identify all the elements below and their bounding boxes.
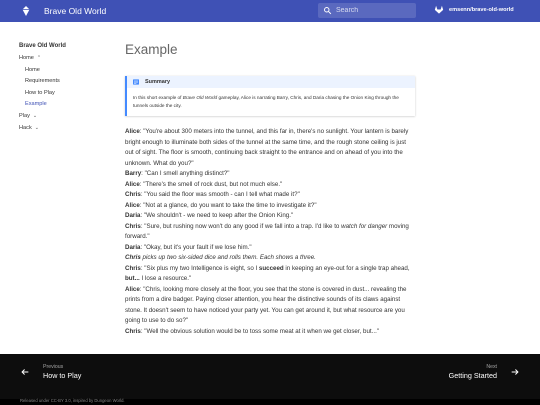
dialog-text: : "You said the floor was smooth - can I… [140,191,300,198]
diamond-logo-icon[interactable] [20,5,32,17]
search-icon [324,7,332,15]
nav-item-example[interactable]: Example [19,99,114,111]
speaker-name: Alice [125,285,140,293]
chevron-down-icon: ⌄ [32,112,38,119]
dialog-line: Alice: "Not at a glance, do you want to … [125,201,415,212]
dialog-text: : "Okay, but it's your fault if we lose … [140,243,252,251]
dialog-emph: watch for danger [341,222,388,230]
next-title: Getting Started [448,371,497,380]
dialog-line: Chris: "Six plus my two Intelligence is … [125,264,415,285]
dialog-line: Daria: "We shouldn't - we need to keep a… [125,211,415,222]
dialog-line: Alice: "Chris, looking more closely at t… [125,285,415,327]
nav-item-label: Home [19,55,34,61]
copyright-bar: Released under CC-BY 3.0, inspired by Du… [0,398,540,405]
repo-link[interactable]: emsenn/brave-old-world [434,4,514,15]
footer-nav: Previous How to Play Next Getting Starte… [0,354,540,399]
nav-item-play[interactable]: Play ⌄ [19,111,114,123]
speaker-name: Chris [125,191,141,198]
chevron-up-icon: ⌃ [36,55,42,61]
speaker-name: Barry [125,170,142,177]
speaker-name: Alice [125,128,140,135]
dialog-bold: but... [125,275,140,282]
dialog-text: : "Sure, but rushing now won't do any go… [140,222,342,230]
dialog-line: Chris: "Well the obvious solution would … [125,327,415,338]
arrow-right-icon [511,369,519,375]
dialog-line: Chris picks up two six-sided dice and ro… [125,253,415,264]
dialog-line: Barry: "Can I smell anything distinct?" [125,169,415,180]
nav-item-home[interactable]: Home [19,65,114,77]
page-title: Example [125,42,178,57]
nav-item-hack[interactable]: Hack ⌄ [19,123,114,135]
speaker-name: Chris [125,327,141,335]
site-title[interactable]: Brave Old World [44,6,106,16]
previous-page-link[interactable]: Previous How to Play [20,363,81,381]
dialog-line: Alice: "You're about 300 meters into the… [125,127,415,169]
dialog-text: : "There's the smell of rock dust, but n… [139,180,283,188]
dialog-action: picks up two six-sided dice and rolls th… [140,254,316,261]
nav-item-how-to-play[interactable]: How to Play [19,88,114,100]
dialog-text: : "You're about 300 meters into the tunn… [125,128,409,167]
dialog-text: I lose a resource." [139,275,192,282]
dialog-line: Alice: "There's the smell of rock dust, … [125,180,415,191]
summary-text: In this short example of Brave Old World… [127,88,415,109]
sidebar-nav: Brave Old World Home ⌃ Home Requirements … [19,42,114,134]
note-icon [133,79,139,85]
dialog-line: Daria: "Okay, but it's your fault if we … [125,243,415,254]
summary-header: Summary [127,76,415,88]
dialog-text: : "Can I smell anything distinct?" [141,170,230,177]
next-text: Next Getting Started [449,363,497,381]
dialog-text: : "Chris, looking more closely at the fl… [125,285,407,325]
dialog-line: Chris: "You said the floor was smooth - … [125,190,415,201]
repo-name: emsenn/brave-old-world [449,6,514,13]
speaker-name: Daria [125,243,141,251]
nav-item-home-section[interactable]: Home ⌃ [19,53,114,65]
dialog-text: : "Six plus my two Intelligence is eight… [140,264,259,272]
previous-title: How to Play [43,371,82,380]
speaker-name: Chris [125,254,141,261]
dialog-text: : "We shouldn't - we need to keep after … [140,212,294,219]
dialog-text: in keeping an eye-out for a single trap … [283,264,410,272]
speaker-name: Chris [125,264,141,272]
speaker-name: Daria [125,212,141,219]
dialog-bold: succeed [258,264,284,272]
speaker-name: Alice [125,180,140,188]
previous-label: Previous [43,364,64,370]
search-input[interactable] [336,4,412,17]
search-box[interactable] [318,3,416,18]
summary-admonition: Summary In this short example of Brave O… [125,76,415,116]
dialog-text: : "Well the obvious solution would be to… [140,327,379,335]
summary-text-emph: Brave Old World [182,95,218,100]
speaker-name: Alice [125,201,140,209]
summary-title: Summary [145,79,171,85]
next-label: Next [486,364,497,370]
gitlab-icon [434,5,444,14]
copyright-text: Released under CC-BY 3.0, inspired by Du… [20,398,125,403]
next-page-link[interactable]: Next Getting Started [449,363,520,381]
nav-item-requirements[interactable]: Requirements [19,76,114,88]
speaker-name: Chris [125,222,141,230]
nav-title[interactable]: Brave Old World [19,42,114,53]
dialog-line: Chris: "Sure, but rushing now won't do a… [125,222,415,243]
dialog-transcript: Alice: "You're about 300 meters into the… [125,127,415,337]
nav-item-label: Hack [19,124,32,131]
summary-text-part: In this short example of [133,95,183,100]
chevron-down-icon: ⌄ [34,124,39,131]
top-header: Brave Old World emsenn/brave-old-world [0,0,540,22]
nav-item-label: Play [19,112,30,119]
dialog-text: : "Not at a glance, do you want to take … [139,201,317,209]
previous-text: Previous How to Play [43,363,81,381]
arrow-left-icon [21,369,29,375]
